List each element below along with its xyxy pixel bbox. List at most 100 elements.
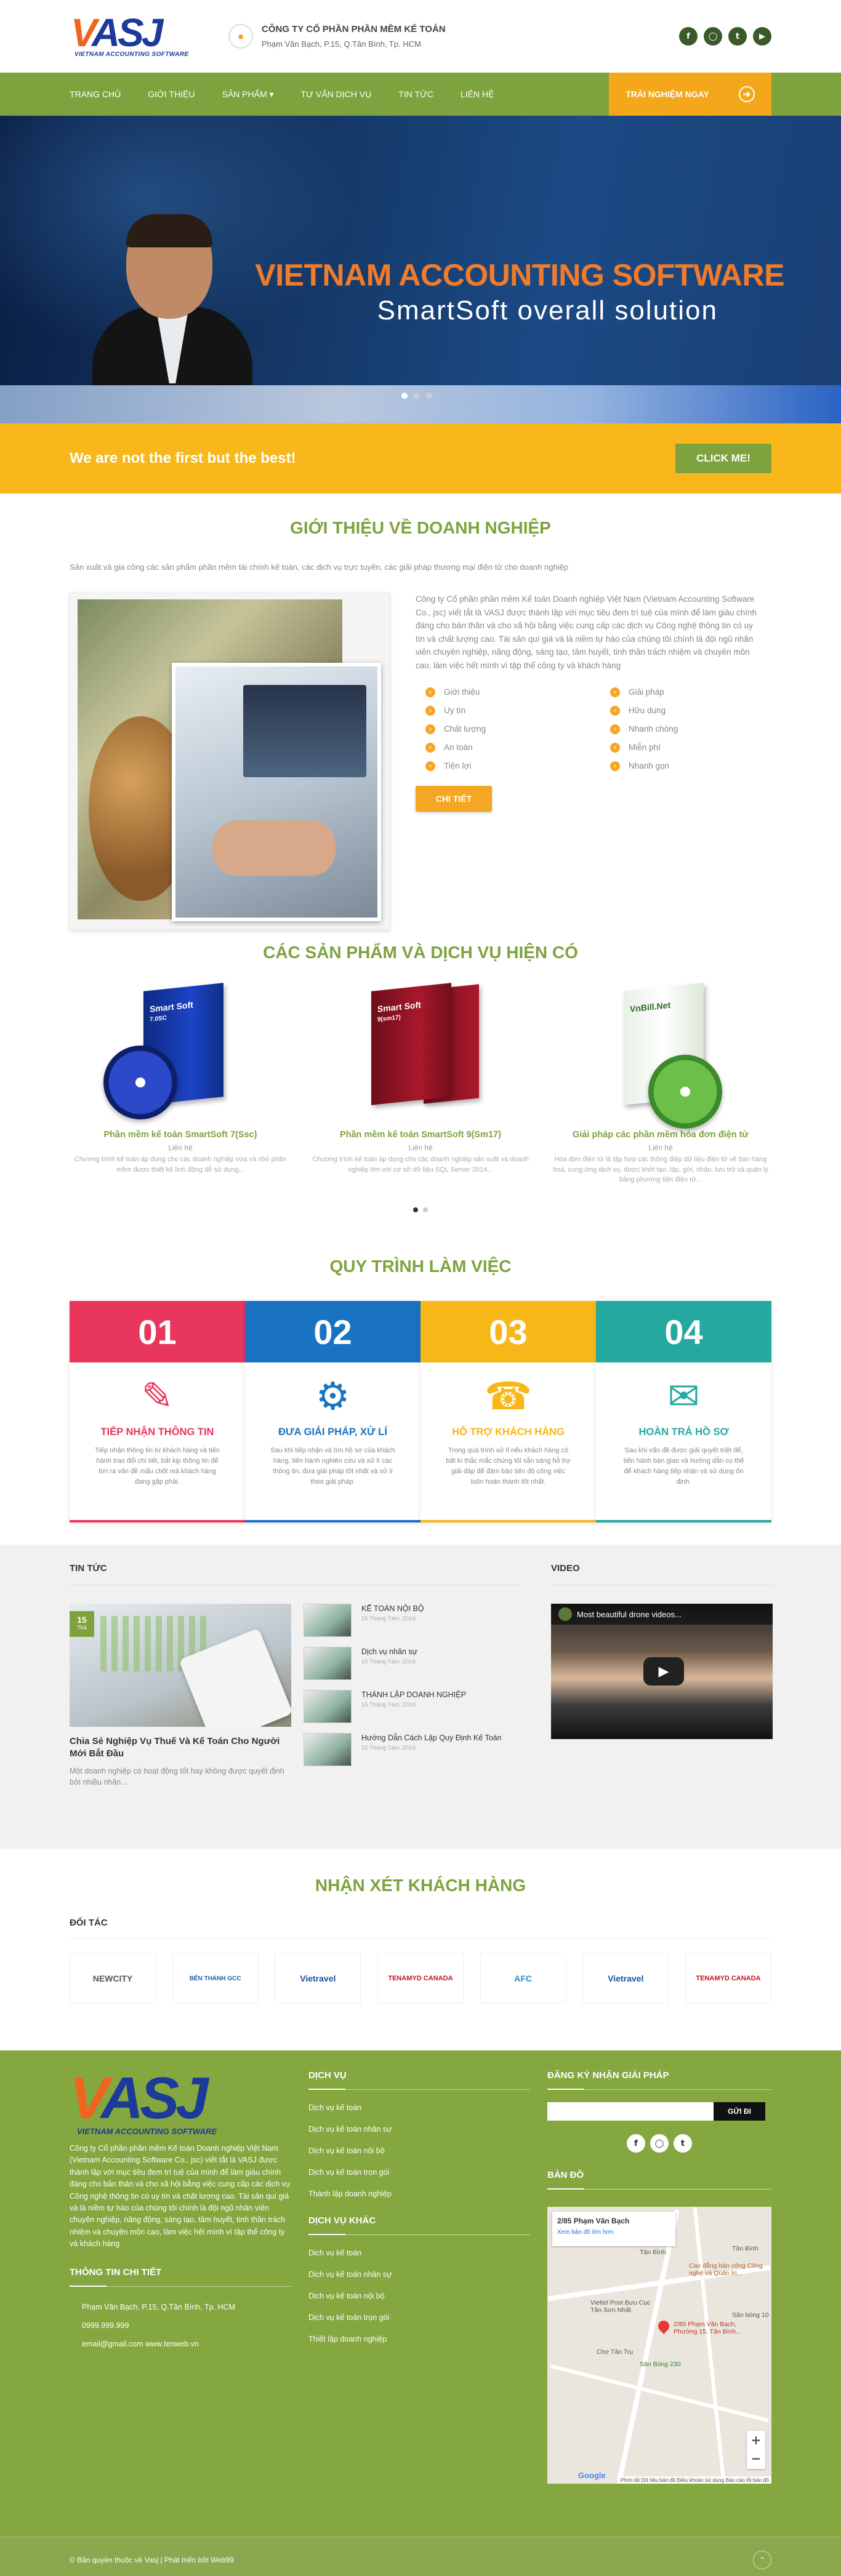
footer-link[interactable]: Dịch vụ kế toán trọn gói: [308, 2313, 530, 2322]
slider-dot[interactable]: [413, 1207, 418, 1212]
partner-logo[interactable]: TENAMYD CANADA: [377, 1953, 464, 2004]
product-price: Liên hệ: [648, 1143, 673, 1152]
zoom-in-icon[interactable]: +: [747, 2431, 765, 2449]
process-step: 04 ✉ HOÀN TRẢ HỒ SƠ Sau khi vấn đề được giả…: [596, 1301, 771, 1522]
news-thumb[interactable]: [304, 1647, 352, 1680]
partner-logo[interactable]: Vietravel: [275, 1953, 361, 2004]
news-item-title[interactable]: Hướng Dẫn Cách Lập Quy Định Kế Toán: [361, 1733, 502, 1743]
slider-dot[interactable]: [414, 393, 420, 399]
facebook-icon[interactable]: f: [627, 2134, 645, 2153]
nav-products[interactable]: SẢN PHẨM ▾: [222, 89, 274, 100]
news-item[interactable]: Dịch vụ nhân sự 15 Tháng Tám, 2016: [304, 1647, 519, 1690]
google-logo: Google: [578, 2471, 606, 2480]
feature-item: › An toàn: [416, 742, 600, 753]
footer-link[interactable]: Dịch vụ kế toán nội bộ: [308, 2146, 530, 2155]
partner-logo[interactable]: NEWCITY: [70, 1953, 156, 2004]
partner-logo[interactable]: TENAMYD CANADA: [685, 1953, 771, 2004]
instagram-icon[interactable]: ◯: [704, 27, 722, 46]
news-thumb[interactable]: [304, 1733, 352, 1766]
partner-name: Vietravel: [300, 1974, 336, 1983]
product-name[interactable]: Phần mềm kế toán SmartSoft 9(Sm17): [310, 1130, 531, 1140]
footer-link[interactable]: Thành lập doanh nghiệp: [308, 2190, 530, 2198]
partner-logo[interactable]: BẾN THÀNH GCC: [172, 1953, 259, 2004]
channel-avatar: [558, 1607, 572, 1621]
partners-row: NEWCITY BẾN THÀNH GCC Vietravel TENAMYD …: [70, 1953, 771, 2004]
news-item[interactable]: Hướng Dẫn Cách Lập Quy Định Kế Toán 15 Th…: [304, 1733, 519, 1776]
logo[interactable]: VASJ VIETNAM ACCOUNTING SOFTWARE: [70, 12, 204, 61]
nav-about[interactable]: GIỚI THIỆU: [148, 89, 195, 99]
product-name[interactable]: Giải pháp các phần mềm hóa đơn điện tử: [550, 1130, 771, 1140]
contact-email[interactable]: email@gmail.com www.tenweb.vn: [82, 2335, 291, 2353]
news-item-date: 15 Tháng Tám, 2016: [361, 1701, 416, 1708]
map-zoom-control[interactable]: + −: [747, 2431, 765, 2469]
footer-link[interactable]: Dịch vụ kế toán nhân sự: [308, 2125, 530, 2134]
google-map[interactable]: 2/85 Phạm Văn Bạch Xem bản đồ lớn hơn Tân…: [547, 2207, 771, 2484]
footer-link[interactable]: Dịch vụ kế toán trọn gói: [308, 2168, 530, 2177]
product-card[interactable]: VnBill.Net Giải pháp các phần mềm hóa đơ…: [550, 983, 771, 1185]
video-caption[interactable]: Most beautiful drone videos...: [577, 1610, 682, 1619]
nav-contact[interactable]: LIÊN HỆ: [461, 89, 494, 99]
product-card[interactable]: Smart Soft 9(sm17) Phần mềm kế toán Smart…: [310, 983, 531, 1185]
map-label: Cao đẳng bán công Công nghệ và Quản trị.…: [689, 2262, 763, 2277]
featured-news-image[interactable]: 15 Th4: [70, 1604, 291, 1727]
partner-logo[interactable]: AFC: [480, 1953, 566, 2004]
play-icon[interactable]: ▶: [643, 1657, 684, 1686]
featured-news[interactable]: 15 Th4 Chia Sẻ Nghiệp Vụ Thuế Và Kế Toán …: [70, 1604, 291, 1788]
product-card[interactable]: Smart Soft 7.0SC Phần mềm kế toán SmartSo…: [70, 983, 291, 1185]
about-body: Công ty Cổ phần phần mềm Kế toán Doanh n…: [416, 594, 757, 670]
video-heading: VIDEO: [551, 1563, 773, 1585]
edit-note-icon: ✎: [141, 1375, 174, 1418]
slider-dot[interactable]: [423, 1207, 428, 1212]
larger-map-link[interactable]: Xem bản đồ lớn hơn: [557, 2229, 670, 2236]
nav-home[interactable]: TRANG CHỦ: [70, 89, 121, 99]
logo-v: V: [71, 10, 94, 55]
map-pin-icon[interactable]: [656, 2318, 672, 2334]
slider-dot[interactable]: [426, 393, 432, 399]
video-player[interactable]: Most beautiful drone videos... ▶: [551, 1604, 773, 1739]
try-now-button[interactable]: TRẢI NGHIỆM NGAY ➜: [609, 73, 771, 116]
try-now-label: TRẢI NGHIỆM NGAY: [626, 89, 709, 99]
footer-link[interactable]: Thiết lập doanh nghiệp: [308, 2335, 530, 2343]
subscribe-email-input[interactable]: [547, 2102, 714, 2121]
check-icon: ›: [610, 724, 620, 734]
partner-logo[interactable]: Vietravel: [582, 1953, 669, 2004]
zoom-out-icon[interactable]: −: [747, 2449, 765, 2468]
step-number: 03: [420, 1301, 596, 1362]
click-me-button[interactable]: CLICK ME!: [675, 444, 771, 473]
news-thumb[interactable]: [304, 1604, 352, 1637]
hero-slider[interactable]: VIETNAM ACCOUNTING SOFTWARE SmartSoft ov…: [0, 116, 841, 423]
slider-dot[interactable]: [401, 393, 408, 399]
news-heading: TIN TỨC: [70, 1563, 519, 1585]
youtube-icon[interactable]: ▶: [753, 27, 771, 46]
contact-phone[interactable]: 0999.999.999: [82, 2316, 291, 2335]
box-label: VnBill.Net: [630, 999, 671, 1014]
instagram-icon[interactable]: ◯: [650, 2134, 669, 2153]
back-to-top-icon[interactable]: ⌃: [753, 2551, 771, 2569]
news-item-title[interactable]: Dịch vụ nhân sự: [361, 1647, 417, 1657]
nav-news[interactable]: TIN TỨC: [398, 89, 433, 99]
footer-logo[interactable]: VASJ VIETNAM ACCOUNTING SOFTWARE: [70, 2069, 279, 2137]
subscribe-form: GỬI ĐI: [547, 2102, 771, 2121]
map-terms[interactable]: Phím tắt Dữ liệu bản đồ Điều khoản sử dụ…: [618, 2476, 771, 2484]
footer-link[interactable]: Dịch vụ kế toán: [308, 2249, 530, 2257]
news-item-title[interactable]: THÀNH LẬP DOANH NGHIỆP: [361, 1690, 466, 1700]
news-thumb[interactable]: [304, 1690, 352, 1723]
nav-consulting[interactable]: TƯ VẤN DỊCH VỤ: [301, 89, 372, 99]
footer-link[interactable]: Dịch vụ kế toán nhân sự: [308, 2270, 530, 2279]
news-item-title[interactable]: KẾ TOÁN NỘI BỘ: [361, 1604, 424, 1614]
featured-news-title[interactable]: Chia Sẻ Nghiệp Vụ Thuế Và Kế Toán Cho Ng…: [70, 1735, 291, 1761]
details-button[interactable]: CHI TIẾT: [416, 785, 492, 812]
footer-link[interactable]: Dịch vụ kế toán: [308, 2103, 530, 2112]
footer-link[interactable]: Dịch vụ kế toán nội bộ: [308, 2292, 530, 2300]
twitter-icon[interactable]: t: [674, 2134, 692, 2153]
subscribe-button[interactable]: GỬI ĐI: [714, 2102, 765, 2121]
news-item[interactable]: KẾ TOÁN NỘI BỘ 15 Tháng Tám, 2016: [304, 1604, 519, 1647]
product-name[interactable]: Phần mềm kế toán SmartSoft 7(Ssc): [70, 1130, 291, 1140]
facebook-icon[interactable]: f: [679, 27, 698, 46]
map-label: Tân Bình: [732, 2245, 759, 2252]
news-item[interactable]: THÀNH LẬP DOANH NGHIỆP 15 Tháng Tám, 2016: [304, 1690, 519, 1733]
subscribe-heading: ĐĂNG KÝ NHẬN GIẢI PHÁP: [547, 2070, 771, 2090]
logo-asj: ASJ: [100, 2065, 209, 2131]
twitter-icon[interactable]: t: [728, 27, 747, 46]
header: VASJ VIETNAM ACCOUNTING SOFTWARE ● CÔNG …: [0, 0, 841, 73]
